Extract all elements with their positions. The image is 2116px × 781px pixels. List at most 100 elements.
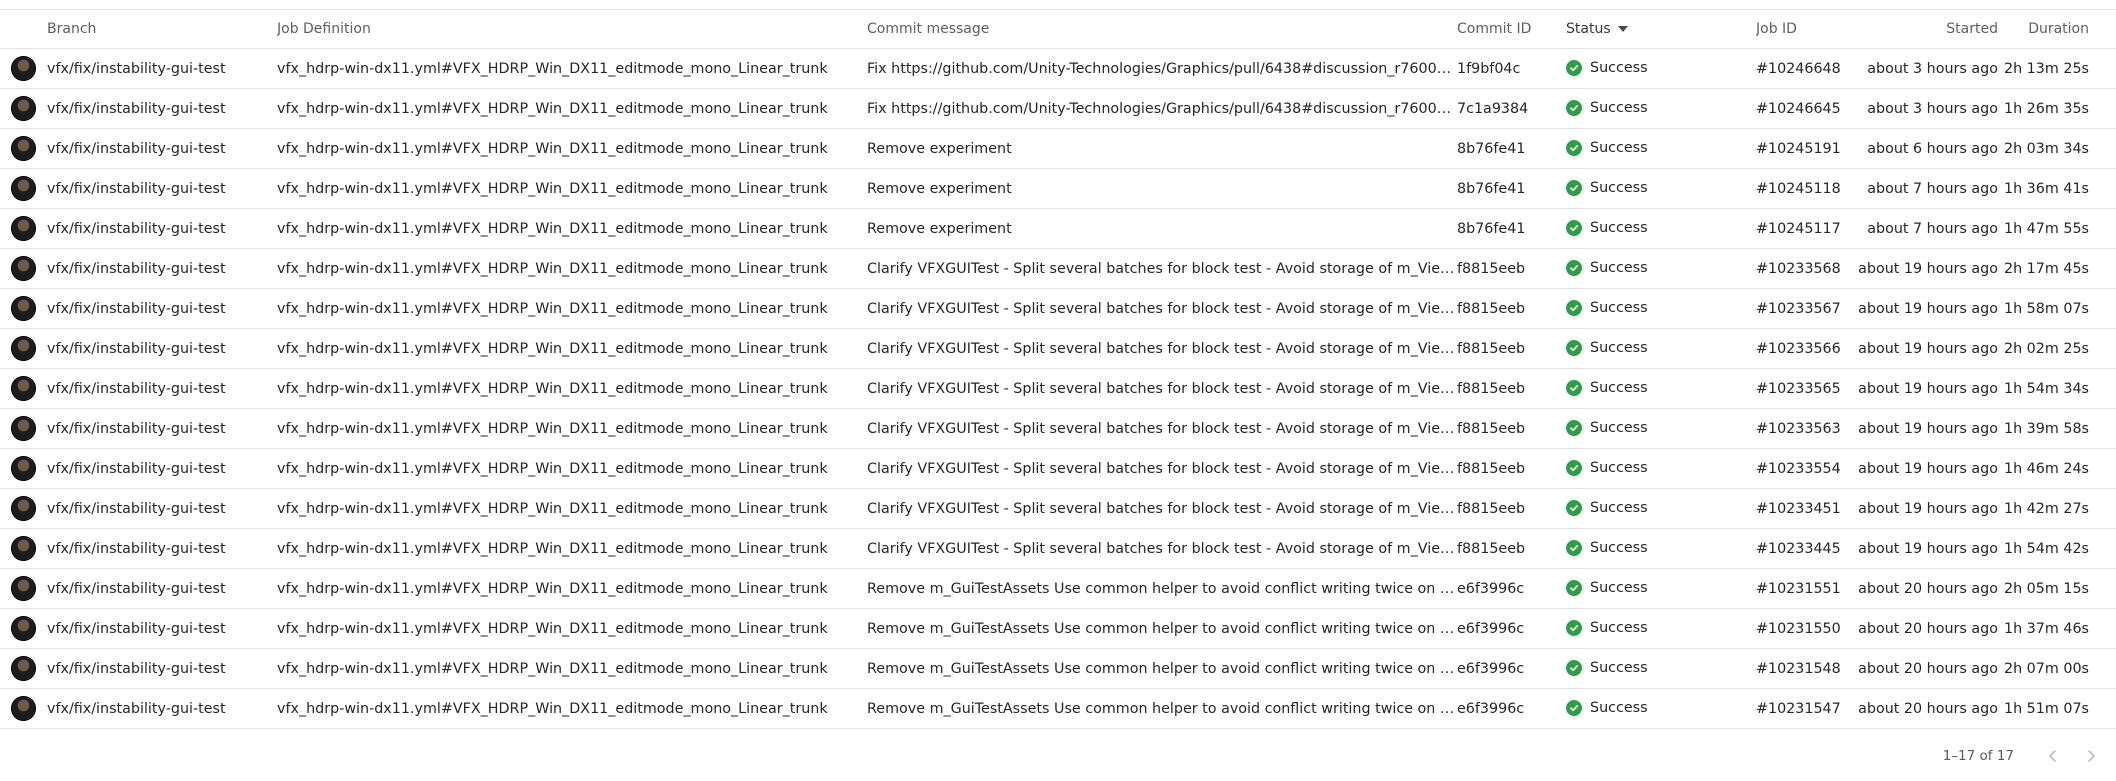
avatar bbox=[11, 616, 36, 641]
status-label: Success bbox=[1590, 100, 1648, 116]
avatar-cell bbox=[0, 368, 47, 409]
table-row[interactable]: vfx/fix/instability-gui-test vfx_hdrp-win… bbox=[0, 288, 2116, 329]
table-row[interactable]: vfx/fix/instability-gui-test vfx_hdrp-win… bbox=[0, 128, 2116, 169]
job-definition-cell: vfx_hdrp-win-dx11.yml#VFX_HDRP_Win_DX11_… bbox=[277, 648, 867, 689]
job-id-cell: #10245191 bbox=[1756, 128, 1847, 169]
commit-message-cell: Remove m_GuiTestAssets Use common helper… bbox=[867, 608, 1457, 649]
status-cell: Success bbox=[1566, 248, 1756, 289]
table-row[interactable]: vfx/fix/instability-gui-test vfx_hdrp-win… bbox=[0, 168, 2116, 209]
column-header-started[interactable]: Started bbox=[1847, 10, 1998, 49]
job-id-cell: #10231550 bbox=[1756, 608, 1847, 649]
status-cell: Success bbox=[1566, 408, 1756, 449]
avatar bbox=[11, 496, 36, 521]
column-header-branch[interactable]: Branch bbox=[47, 10, 277, 49]
top-divider bbox=[0, 0, 2116, 10]
job-definition-cell: vfx_hdrp-win-dx11.yml#VFX_HDRP_Win_DX11_… bbox=[277, 528, 867, 569]
check-circle-icon bbox=[1566, 700, 1582, 716]
started-cell: about 6 hours ago bbox=[1847, 128, 1998, 169]
column-header-commit-id[interactable]: Commit ID bbox=[1457, 10, 1566, 49]
avatar-cell bbox=[0, 128, 47, 169]
status-badge: Success bbox=[1566, 260, 1648, 276]
commit-id-cell: e6f3996c bbox=[1457, 688, 1566, 729]
pipeline-jobs-page: Branch Job Definition Commit message Com… bbox=[0, 0, 2116, 781]
started-cell: about 19 hours ago bbox=[1847, 488, 1998, 529]
status-badge: Success bbox=[1566, 380, 1648, 396]
column-header-job-definition[interactable]: Job Definition bbox=[277, 10, 867, 49]
commit-message-cell: Clarify VFXGUITest - Split several batch… bbox=[867, 368, 1457, 409]
status-badge: Success bbox=[1566, 220, 1648, 236]
table-row[interactable]: vfx/fix/instability-gui-test vfx_hdrp-win… bbox=[0, 688, 2116, 729]
duration-cell: 1h 46m 24s bbox=[1998, 448, 2116, 489]
status-label: Success bbox=[1590, 420, 1648, 436]
check-circle-icon bbox=[1566, 60, 1582, 76]
job-definition-cell: vfx_hdrp-win-dx11.yml#VFX_HDRP_Win_DX11_… bbox=[277, 208, 867, 249]
job-id-cell: #10233567 bbox=[1756, 288, 1847, 329]
job-definition-cell: vfx_hdrp-win-dx11.yml#VFX_HDRP_Win_DX11_… bbox=[277, 568, 867, 609]
check-circle-icon bbox=[1566, 580, 1582, 596]
header-row: Branch Job Definition Commit message Com… bbox=[0, 10, 2116, 49]
previous-page-button[interactable] bbox=[2040, 743, 2066, 769]
branch-cell: vfx/fix/instability-gui-test bbox=[47, 288, 277, 329]
status-badge: Success bbox=[1566, 620, 1648, 636]
avatar bbox=[11, 696, 36, 721]
status-label: Success bbox=[1590, 700, 1648, 716]
table-row[interactable]: vfx/fix/instability-gui-test vfx_hdrp-win… bbox=[0, 528, 2116, 569]
started-cell: about 7 hours ago bbox=[1847, 168, 1998, 209]
check-circle-icon bbox=[1566, 140, 1582, 156]
table-row[interactable]: vfx/fix/instability-gui-test vfx_hdrp-win… bbox=[0, 248, 2116, 289]
table-row[interactable]: vfx/fix/instability-gui-test vfx_hdrp-win… bbox=[0, 408, 2116, 449]
started-cell: about 20 hours ago bbox=[1847, 688, 1998, 729]
status-badge: Success bbox=[1566, 300, 1648, 316]
status-cell: Success bbox=[1566, 528, 1756, 569]
table-row[interactable]: vfx/fix/instability-gui-test vfx_hdrp-win… bbox=[0, 88, 2116, 129]
status-cell: Success bbox=[1566, 568, 1756, 609]
avatar bbox=[11, 376, 36, 401]
table-row[interactable]: vfx/fix/instability-gui-test vfx_hdrp-win… bbox=[0, 488, 2116, 529]
table-row[interactable]: vfx/fix/instability-gui-test vfx_hdrp-win… bbox=[0, 608, 2116, 649]
column-header-status[interactable]: Status bbox=[1566, 10, 1756, 49]
branch-cell: vfx/fix/instability-gui-test bbox=[47, 88, 277, 129]
avatar bbox=[11, 416, 36, 441]
status-label: Success bbox=[1590, 460, 1648, 476]
duration-cell: 1h 47m 55s bbox=[1998, 208, 2116, 249]
column-header-job-id[interactable]: Job ID bbox=[1756, 10, 1847, 49]
status-cell: Success bbox=[1566, 448, 1756, 489]
check-circle-icon bbox=[1566, 500, 1582, 516]
column-header-duration[interactable]: Duration bbox=[1998, 10, 2116, 49]
job-definition-cell: vfx_hdrp-win-dx11.yml#VFX_HDRP_Win_DX11_… bbox=[277, 328, 867, 369]
commit-message-cell: Remove m_GuiTestAssets Use common helper… bbox=[867, 688, 1457, 729]
started-cell: about 3 hours ago bbox=[1847, 48, 1998, 89]
status-badge: Success bbox=[1566, 500, 1648, 516]
status-label: Success bbox=[1590, 220, 1648, 236]
duration-cell: 1h 51m 07s bbox=[1998, 688, 2116, 729]
table-row[interactable]: vfx/fix/instability-gui-test vfx_hdrp-win… bbox=[0, 368, 2116, 409]
avatar bbox=[11, 656, 36, 681]
status-cell: Success bbox=[1566, 128, 1756, 169]
commit-id-cell: 7c1a9384 bbox=[1457, 88, 1566, 129]
commit-message-cell: Fix https://github.com/Unity-Technologie… bbox=[867, 88, 1457, 129]
table-row[interactable]: vfx/fix/instability-gui-test vfx_hdrp-win… bbox=[0, 328, 2116, 369]
status-cell: Success bbox=[1566, 608, 1756, 649]
check-circle-icon bbox=[1566, 540, 1582, 556]
table-row[interactable]: vfx/fix/instability-gui-test vfx_hdrp-win… bbox=[0, 648, 2116, 689]
check-circle-icon bbox=[1566, 340, 1582, 356]
commit-message-cell: Remove experiment bbox=[867, 208, 1457, 249]
duration-cell: 2h 17m 45s bbox=[1998, 248, 2116, 289]
table-row[interactable]: vfx/fix/instability-gui-test vfx_hdrp-win… bbox=[0, 208, 2116, 249]
avatar-cell bbox=[0, 688, 47, 729]
status-label: Success bbox=[1590, 140, 1648, 156]
check-circle-icon bbox=[1566, 660, 1582, 676]
avatar-cell bbox=[0, 568, 47, 609]
column-header-commit-message[interactable]: Commit message bbox=[867, 10, 1457, 49]
avatar-cell bbox=[0, 448, 47, 489]
table-row[interactable]: vfx/fix/instability-gui-test vfx_hdrp-win… bbox=[0, 568, 2116, 609]
avatar bbox=[11, 176, 36, 201]
avatar-cell bbox=[0, 608, 47, 649]
status-cell: Success bbox=[1566, 288, 1756, 329]
table-row[interactable]: vfx/fix/instability-gui-test vfx_hdrp-win… bbox=[0, 448, 2116, 489]
avatar bbox=[11, 256, 36, 281]
next-page-button[interactable] bbox=[2078, 743, 2104, 769]
check-circle-icon bbox=[1566, 220, 1582, 236]
table-row[interactable]: vfx/fix/instability-gui-test vfx_hdrp-win… bbox=[0, 48, 2116, 89]
status-label: Success bbox=[1590, 580, 1648, 596]
